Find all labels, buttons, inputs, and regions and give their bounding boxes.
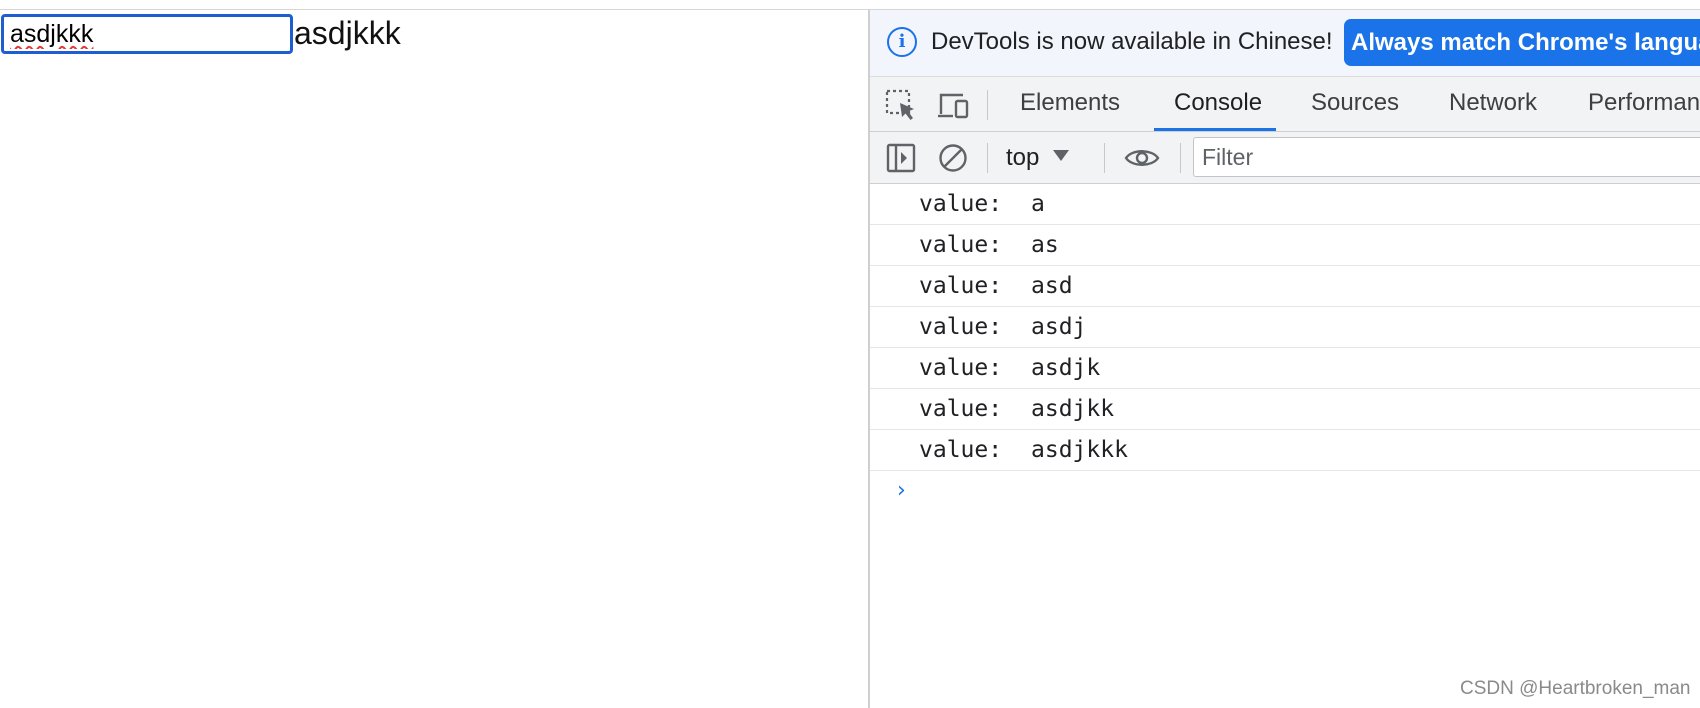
toolbar-divider: [1104, 143, 1105, 173]
clear-console-icon[interactable]: [936, 141, 970, 175]
device-toggle-icon[interactable]: [936, 88, 970, 122]
context-selector[interactable]: top: [1006, 140, 1070, 176]
console-log-row: value: asd: [870, 266, 1700, 307]
dropdown-caret-icon: [1053, 150, 1070, 162]
sidebar-toggle-icon[interactable]: [884, 141, 918, 175]
tab-elements[interactable]: Elements: [1020, 77, 1120, 131]
log-value: asd: [1031, 273, 1073, 299]
console-log-row: value: as: [870, 225, 1700, 266]
log-key: value:: [919, 191, 1003, 217]
tab-console[interactable]: Console: [1154, 77, 1276, 131]
info-icon: i: [887, 27, 917, 57]
log-key: value:: [919, 232, 1003, 258]
console-filter-input[interactable]: [1193, 137, 1700, 177]
console-log-row: value: asdjk: [870, 348, 1700, 389]
match-language-button[interactable]: Always match Chrome's language: [1344, 19, 1700, 66]
devtools-panel: i DevTools is now available in Chinese! …: [868, 10, 1700, 708]
tab-network[interactable]: Network: [1449, 77, 1537, 131]
echo-text: asdjkkk: [294, 15, 401, 51]
context-label: top: [1006, 144, 1040, 171]
log-key: value:: [919, 437, 1003, 463]
console-log-row: value: asdj: [870, 307, 1700, 348]
eye-icon[interactable]: [1123, 141, 1161, 175]
tab-performance[interactable]: Performance: [1588, 77, 1700, 131]
log-value: a: [1031, 191, 1045, 217]
watermark: CSDN @Heartbroken_man: [1460, 678, 1691, 699]
log-value: as: [1031, 232, 1059, 258]
browser-top-edge: [0, 0, 1700, 10]
console-toolbar: top: [870, 132, 1700, 184]
log-value: asdjkk: [1031, 396, 1115, 422]
devtools-tab-bar: Elements Console Sources Network Perform…: [870, 77, 1700, 132]
console-messages: value: a value: as value: asd value: asdj value:…: [870, 184, 1700, 511]
prompt-chevron-icon: ›: [897, 478, 906, 503]
inspect-element-icon[interactable]: [884, 88, 918, 122]
toolbar-divider: [987, 90, 988, 120]
console-prompt[interactable]: ›: [870, 471, 1700, 511]
infobar-message: DevTools is now available in Chinese!: [931, 28, 1333, 55]
text-input[interactable]: [1, 14, 293, 54]
toolbar-divider: [987, 143, 988, 173]
toolbar-divider: [1180, 143, 1181, 173]
log-key: value:: [919, 355, 1003, 381]
tab-sources[interactable]: Sources: [1311, 77, 1399, 131]
log-key: value:: [919, 396, 1003, 422]
log-value: asdjkkk: [1031, 437, 1128, 463]
log-key: value:: [919, 314, 1003, 340]
log-value: asdj: [1031, 314, 1087, 340]
page-viewport: asdjkkk: [0, 10, 868, 708]
language-infobar: i DevTools is now available in Chinese! …: [870, 10, 1700, 77]
screen: asdjkkk i DevTools is now available in C…: [0, 0, 1700, 708]
console-log-row: value: asdjkk: [870, 389, 1700, 430]
console-log-row: value: asdjkkk: [870, 430, 1700, 471]
log-value: asdjk: [1031, 355, 1101, 381]
console-log-row: value: a: [870, 184, 1700, 225]
log-key: value:: [919, 273, 1003, 299]
